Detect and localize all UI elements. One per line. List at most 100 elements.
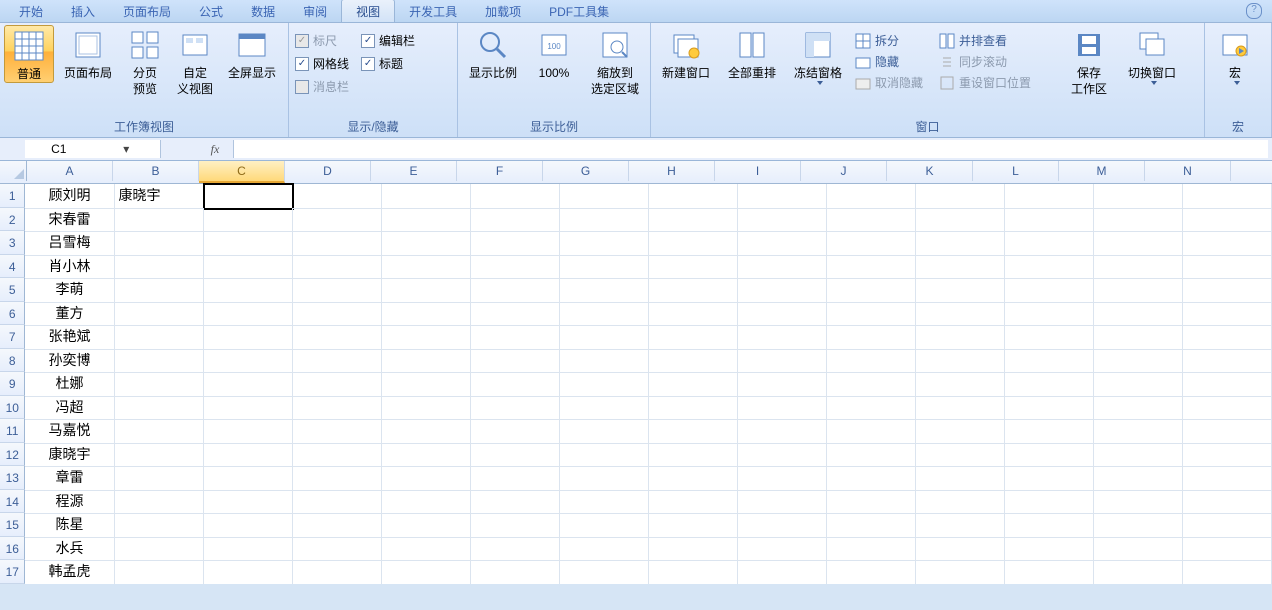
cell-H1[interactable] [649,184,738,209]
cell-N7[interactable] [1183,325,1272,350]
cell-B9[interactable] [115,372,204,397]
view-page-break-button[interactable]: 分页 预览 [122,25,168,97]
cell-L14[interactable] [1005,490,1094,515]
cell-G4[interactable] [560,255,649,280]
cell-K16[interactable] [916,537,1005,562]
cell-J10[interactable] [827,396,916,421]
row-header-9[interactable]: 9 [0,372,25,396]
cell-A12[interactable]: 康晓宇 [25,443,114,468]
cell-H7[interactable] [649,325,738,350]
fx-button[interactable]: fx [201,138,229,160]
cell-H9[interactable] [649,372,738,397]
cell-H17[interactable] [649,560,738,584]
help-icon[interactable]: ? [1246,3,1262,19]
cell-K3[interactable] [916,231,1005,256]
cell-D2[interactable] [293,208,382,233]
cell-A10[interactable]: 冯超 [25,396,114,421]
cell-E8[interactable] [382,349,471,374]
cell-C5[interactable] [204,278,293,303]
cell-A15[interactable]: 陈星 [25,513,114,538]
cell-G14[interactable] [560,490,649,515]
view-custom-button[interactable]: 自定 义视图 [172,25,218,97]
cell-M1[interactable] [1094,184,1183,209]
cell-C12[interactable] [204,443,293,468]
column-header-C[interactable]: C [199,161,285,183]
zoom-to-selection-button[interactable]: 缩放到 选定区域 [584,25,646,97]
cell-F16[interactable] [471,537,560,562]
cell-D6[interactable] [293,302,382,327]
cell-E1[interactable] [382,184,471,209]
cell-A3[interactable]: 吕雪梅 [25,231,114,256]
cell-E13[interactable] [382,466,471,491]
cell-E5[interactable] [382,278,471,303]
cell-C8[interactable] [204,349,293,374]
cell-J13[interactable] [827,466,916,491]
cell-F7[interactable] [471,325,560,350]
cell-I2[interactable] [738,208,827,233]
cell-N8[interactable] [1183,349,1272,374]
cell-D3[interactable] [293,231,382,256]
cell-M6[interactable] [1094,302,1183,327]
cell-G12[interactable] [560,443,649,468]
cell-I13[interactable] [738,466,827,491]
cell-K14[interactable] [916,490,1005,515]
cell-B2[interactable] [115,208,204,233]
cell-D12[interactable] [293,443,382,468]
cell-J6[interactable] [827,302,916,327]
column-header-E[interactable]: E [371,161,457,181]
name-box-caret-icon[interactable]: ▾ [93,142,161,156]
cell-F1[interactable] [471,184,560,209]
cell-C11[interactable] [204,419,293,444]
cell-I14[interactable] [738,490,827,515]
cell-K6[interactable] [916,302,1005,327]
cell-I4[interactable] [738,255,827,280]
cell-L9[interactable] [1005,372,1094,397]
cell-B17[interactable] [115,560,204,584]
cell-K11[interactable] [916,419,1005,444]
tab-审阅[interactable]: 审阅 [289,0,341,22]
cell-B10[interactable] [115,396,204,421]
cell-E6[interactable] [382,302,471,327]
cell-C2[interactable] [204,208,293,233]
cell-D16[interactable] [293,537,382,562]
row-header-12[interactable]: 12 [0,443,25,467]
cell-B3[interactable] [115,231,204,256]
cell-D1[interactable] [293,184,382,209]
cell-C4[interactable] [204,255,293,280]
row-header-4[interactable]: 4 [0,255,25,279]
cell-G16[interactable] [560,537,649,562]
cell-B13[interactable] [115,466,204,491]
cell-N3[interactable] [1183,231,1272,256]
row-header-11[interactable]: 11 [0,419,25,443]
view-page-layout-button[interactable]: 页面布局 [58,25,118,81]
cell-L1[interactable] [1005,184,1094,209]
cell-K7[interactable] [916,325,1005,350]
column-header-D[interactable]: D [285,161,371,181]
cell-C10[interactable] [204,396,293,421]
cell-H6[interactable] [649,302,738,327]
cell-M2[interactable] [1094,208,1183,233]
cell-N13[interactable] [1183,466,1272,491]
cell-H10[interactable] [649,396,738,421]
cell-K15[interactable] [916,513,1005,538]
cell-D14[interactable] [293,490,382,515]
cell-I3[interactable] [738,231,827,256]
cell-L17[interactable] [1005,560,1094,584]
cell-G7[interactable] [560,325,649,350]
cell-G15[interactable] [560,513,649,538]
cell-M16[interactable] [1094,537,1183,562]
cell-G2[interactable] [560,208,649,233]
cell-N1[interactable] [1183,184,1272,209]
cell-H11[interactable] [649,419,738,444]
cell-G3[interactable] [560,231,649,256]
cell-M12[interactable] [1094,443,1183,468]
cell-M15[interactable] [1094,513,1183,538]
row-header-16[interactable]: 16 [0,537,25,561]
cell-L7[interactable] [1005,325,1094,350]
freeze-panes-button[interactable]: 冻结窗格 [787,25,849,85]
cell-N9[interactable] [1183,372,1272,397]
cell-D8[interactable] [293,349,382,374]
cell-F12[interactable] [471,443,560,468]
formula-bar-checkbox[interactable]: ✓编辑栏 [359,31,417,50]
switch-windows-button[interactable]: 切换窗口 [1121,25,1183,85]
